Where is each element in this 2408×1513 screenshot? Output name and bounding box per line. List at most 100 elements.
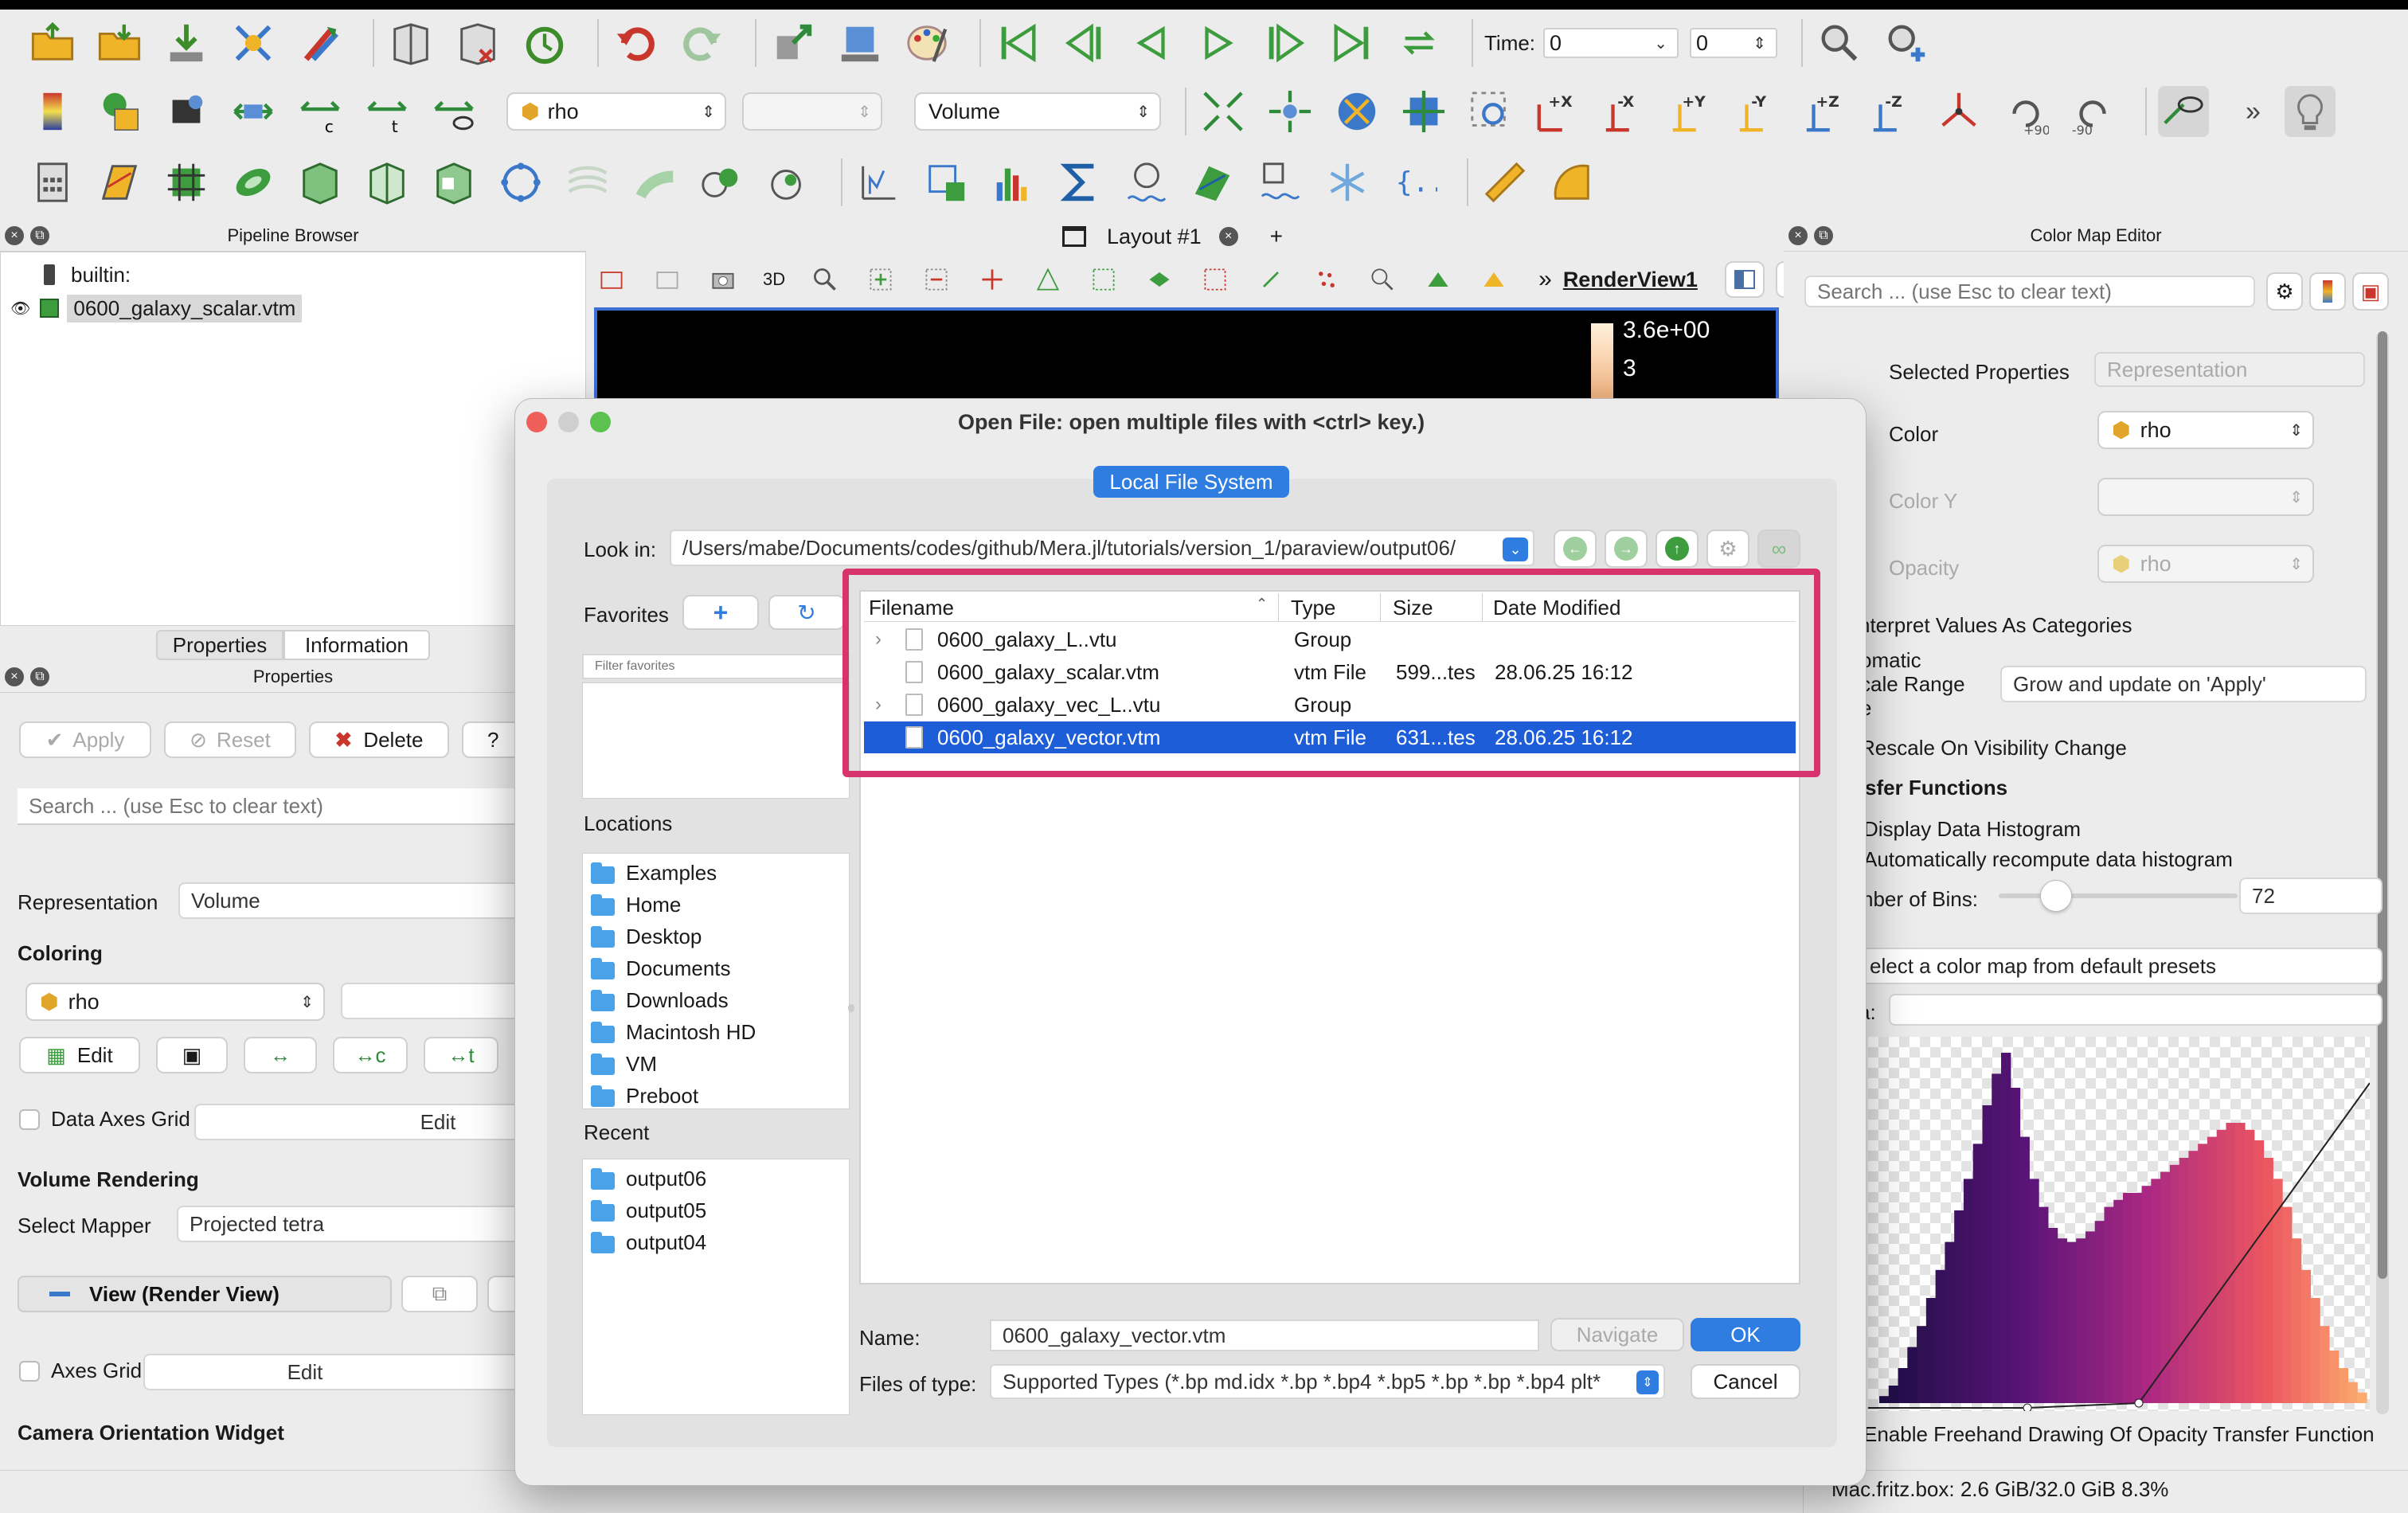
data-axes-grid-checkbox[interactable] xyxy=(19,1108,40,1130)
interactive-select-points-icon[interactable] xyxy=(1199,264,1231,295)
toggle-3d-button[interactable]: 3D xyxy=(763,269,785,290)
macro-icon[interactable] xyxy=(385,18,436,68)
view-minus-x-icon[interactable]: -X xyxy=(1599,86,1650,137)
float-icon[interactable]: ⧉ xyxy=(30,225,49,245)
navigate-up-button[interactable]: ↑ xyxy=(1656,530,1698,568)
tab-information[interactable]: Information xyxy=(283,630,430,660)
tab-properties[interactable]: Properties xyxy=(156,630,283,660)
split-horizontal-icon[interactable] xyxy=(1724,261,1765,298)
hover-cells-icon[interactable] xyxy=(1311,264,1343,295)
rescale-custom-button[interactable]: ↔c xyxy=(333,1037,408,1073)
recent-item[interactable]: output06 xyxy=(591,1163,706,1194)
bins-input[interactable]: 72 xyxy=(2239,878,2383,914)
open-folder-icon[interactable] xyxy=(27,18,78,68)
rescale-range-icon[interactable] xyxy=(228,86,279,137)
look-in-path-select[interactable]: /Users/mabe/Documents/codes/github/Mera.… xyxy=(670,530,1534,566)
plot-over-line-icon[interactable] xyxy=(854,157,905,208)
scale-range-mode-select[interactable]: Grow and update on 'Apply' xyxy=(2000,666,2367,702)
freehand-label[interactable]: Enable Freehand Drawing Of Opacity Trans… xyxy=(1863,1422,2375,1447)
zoom-to-data-icon[interactable] xyxy=(1265,86,1315,137)
temporal-statistics-icon[interactable] xyxy=(1121,157,1172,208)
clip-icon[interactable] xyxy=(161,157,212,208)
save-data-icon[interactable] xyxy=(161,18,212,68)
rescale-visible-icon[interactable] xyxy=(428,86,479,137)
location-item[interactable]: Preboot xyxy=(591,1080,698,1112)
previous-frame-icon[interactable] xyxy=(1059,18,1110,68)
show-hidden-button[interactable]: ∞ xyxy=(1757,530,1800,568)
coloring-select[interactable]: ⬢ rho ⇕ xyxy=(25,983,325,1021)
python-shell-icon[interactable] xyxy=(768,18,819,68)
ok-button[interactable]: OK xyxy=(1691,1318,1800,1351)
contour-icon[interactable] xyxy=(94,157,145,208)
interpret-categories-label[interactable]: nterpret Values As Categories xyxy=(1859,613,2132,638)
view-plus-x-icon[interactable]: +X xyxy=(1532,86,1583,137)
redo-icon[interactable] xyxy=(677,18,728,68)
screenshot-icon[interactable] xyxy=(835,18,885,68)
location-item[interactable]: Documents xyxy=(591,952,731,984)
load-state-icon[interactable] xyxy=(94,18,145,68)
plot-data-icon[interactable] xyxy=(1188,157,1239,208)
undo-icon[interactable] xyxy=(610,18,661,68)
bins-slider[interactable] xyxy=(1999,880,2238,912)
location-item[interactable]: Desktop xyxy=(591,921,702,952)
select-blocks-icon[interactable] xyxy=(1143,264,1175,295)
data-range-field[interactable] xyxy=(1889,994,2383,1026)
view-minus-y-icon[interactable]: -Y xyxy=(1733,86,1784,137)
location-item[interactable]: Downloads xyxy=(591,984,729,1016)
layout-tab[interactable]: Layout #1 xyxy=(1107,225,1202,249)
rescale-custom-icon[interactable]: c xyxy=(295,86,346,137)
representation-tab[interactable]: Representation xyxy=(2094,352,2365,387)
rescale-visibility-label[interactable]: Rescale On Visibility Change xyxy=(1860,736,2127,760)
save-preset-button[interactable]: ▣ xyxy=(2352,272,2389,311)
close-tab-icon[interactable]: × xyxy=(1218,227,1238,246)
close-icon[interactable]: × xyxy=(5,225,24,245)
warp-by-vector-icon[interactable] xyxy=(562,157,613,208)
play-icon[interactable] xyxy=(1193,18,1244,68)
representation-select[interactable]: Volume ⇕ xyxy=(914,92,1161,131)
edit-colormap-icon[interactable] xyxy=(94,86,145,137)
render-view-name[interactable]: RenderView1 xyxy=(1563,268,1698,292)
rescale-temporal-icon[interactable]: t xyxy=(362,86,412,137)
location-item[interactable]: VM xyxy=(591,1048,657,1080)
sphere-probe-icon[interactable] xyxy=(763,157,814,208)
time-index-spinbox[interactable]: 0 ⇕ xyxy=(1690,28,1778,58)
favorites-list[interactable] xyxy=(582,682,850,799)
float-icon[interactable]: ⧉ xyxy=(1814,225,1833,245)
opacity-control-point[interactable] xyxy=(2023,1403,2032,1411)
zoom-closest-icon[interactable] xyxy=(1331,86,1382,137)
opacity-control-point[interactable] xyxy=(2134,1398,2144,1408)
isometric-view-icon[interactable] xyxy=(1933,86,1984,137)
recent-item[interactable]: output04 xyxy=(591,1226,706,1258)
opacity-transfer-editor[interactable] xyxy=(1868,1037,2370,1411)
navigate-back-button[interactable]: ← xyxy=(1554,530,1597,568)
zoom-fit-icon[interactable] xyxy=(1398,86,1449,137)
files-of-type-select[interactable]: Supported Types (*.bp md.idx *.bp *.bp4 … xyxy=(990,1364,1665,1399)
apply-button[interactable]: ✔ Apply xyxy=(19,721,151,758)
select-cells-icon[interactable] xyxy=(865,264,897,295)
copy-view-button[interactable]: ⧉ xyxy=(401,1276,478,1312)
add-layout-tab-button[interactable]: + xyxy=(1270,224,1283,249)
select-preset-label[interactable]: elect a color map from default presets xyxy=(1857,948,2383,984)
colormap-swatch-button[interactable] xyxy=(2309,272,2346,311)
time-value-select[interactable]: 0 ⌄ xyxy=(1543,28,1679,58)
hover-points-icon[interactable] xyxy=(1255,264,1287,295)
close-icon[interactable]: × xyxy=(5,667,24,686)
protractor-icon[interactable] xyxy=(1546,157,1597,208)
float-icon[interactable]: ⧉ xyxy=(30,667,49,686)
pipeline-item-builtin[interactable]: builtin: xyxy=(44,259,131,291)
local-filesystem-tab[interactable]: Local File System xyxy=(1093,466,1289,498)
rescale-temporal-button[interactable]: ↔t xyxy=(424,1037,498,1073)
view-plus-y-icon[interactable]: +Y xyxy=(1666,86,1717,137)
edit-colormap-button[interactable]: ▦ Edit xyxy=(19,1037,140,1073)
choose-preset-button[interactable]: ▣ xyxy=(156,1037,228,1073)
threshold-icon[interactable] xyxy=(295,157,346,208)
view-minus-z-icon[interactable]: -Z xyxy=(1867,86,1917,137)
selected-properties-tab[interactable]: Selected Properties xyxy=(1889,360,2070,385)
play-backward-icon[interactable] xyxy=(1126,18,1177,68)
view-section-header[interactable]: View (Render View) xyxy=(18,1276,392,1312)
zoom-box-icon[interactable] xyxy=(1465,86,1516,137)
glyph-icon[interactable] xyxy=(428,157,479,208)
color-select[interactable]: ⬢ rho ⇕ xyxy=(2097,411,2314,449)
python-calculator-icon[interactable]: {..} xyxy=(1389,157,1440,208)
ruler-icon[interactable] xyxy=(1480,157,1530,208)
